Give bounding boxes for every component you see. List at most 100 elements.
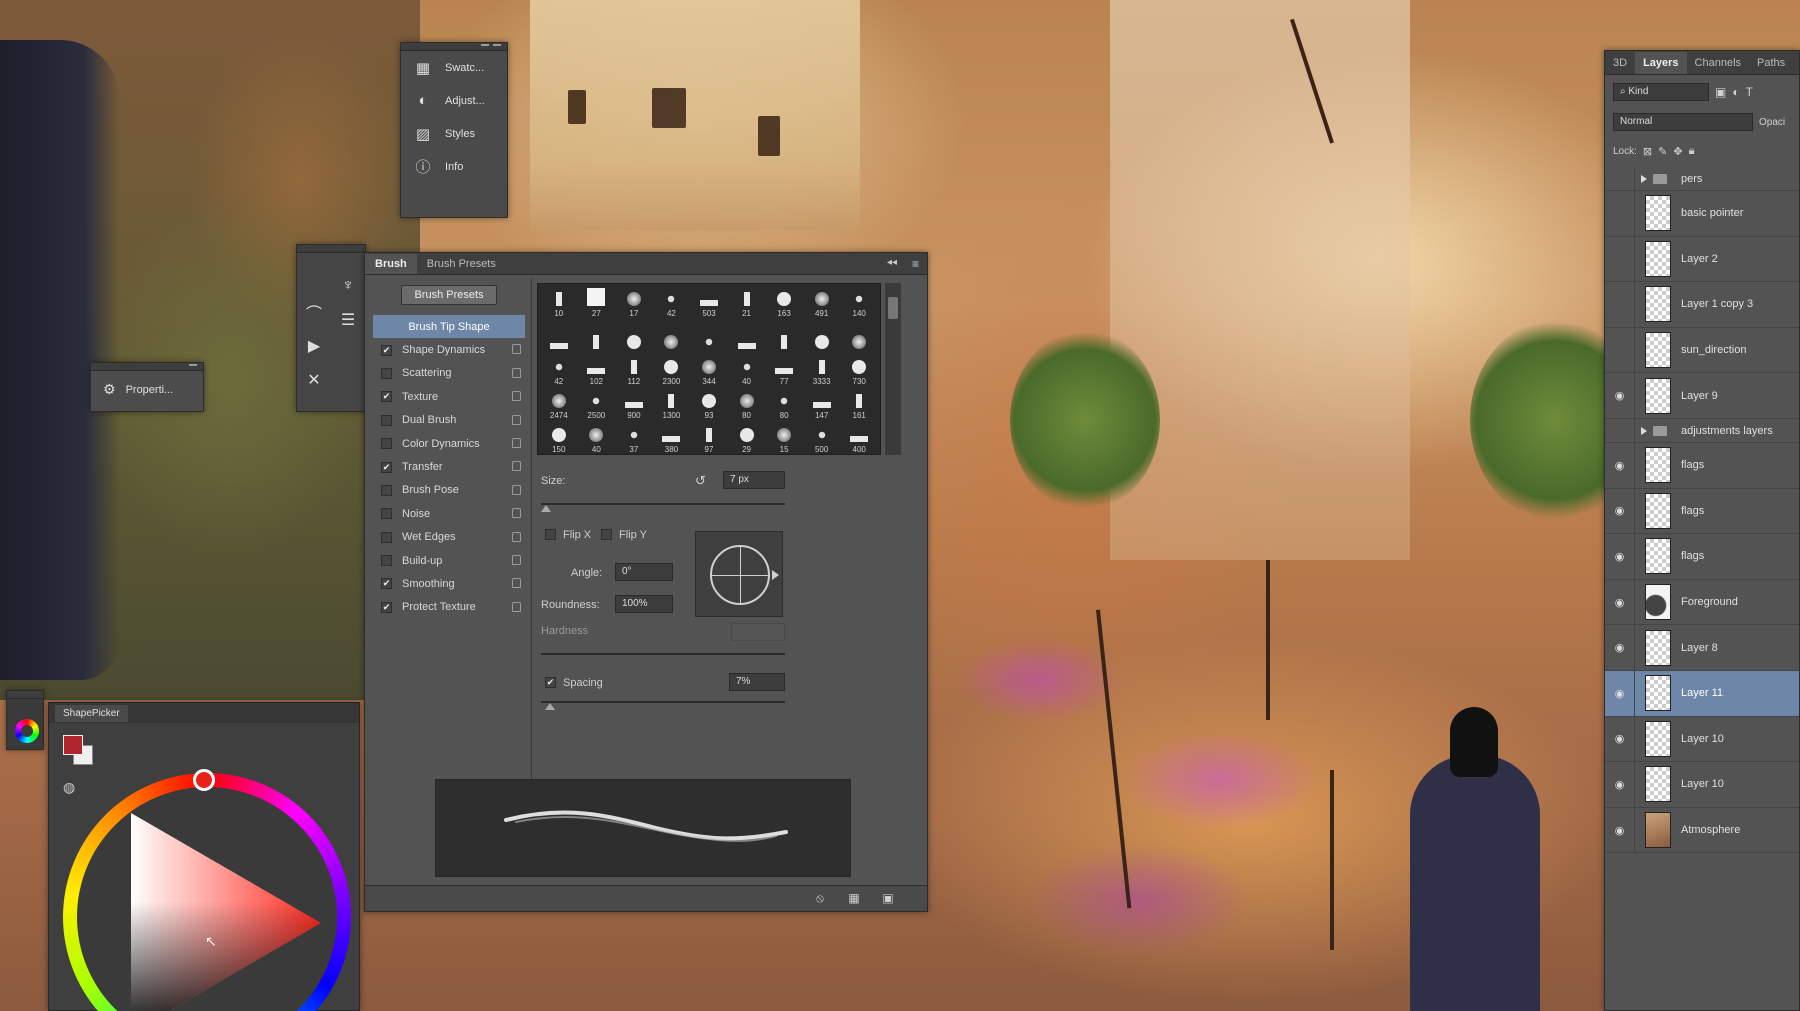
- new-preset-icon[interactable]: ▣: [881, 891, 895, 905]
- brush-tip-preset[interactable]: [578, 320, 616, 354]
- layer-group-row[interactable]: adjustments layers: [1605, 419, 1799, 443]
- lock-icon[interactable]: [512, 554, 521, 565]
- brush-option-checkbox[interactable]: [381, 367, 392, 379]
- lock-icon[interactable]: [512, 484, 521, 495]
- brush-tip-preset[interactable]: 380: [653, 422, 691, 454]
- angle-roundness-widget[interactable]: [695, 531, 783, 617]
- layer-group-row[interactable]: pers: [1605, 167, 1799, 191]
- brush-preset-icon[interactable]: ♆: [333, 269, 363, 303]
- brush-option-scattering[interactable]: Scattering: [373, 362, 525, 385]
- brush-tip-preset[interactable]: 93: [690, 388, 728, 422]
- brush-tip-preset[interactable]: 77: [765, 354, 803, 388]
- tab-layers[interactable]: Layers: [1635, 52, 1687, 74]
- layer-row[interactable]: ◉ Layer 9: [1605, 373, 1799, 419]
- brush-option-checkbox[interactable]: [381, 508, 392, 520]
- lock-icon[interactable]: [512, 578, 521, 589]
- lock-icon[interactable]: [512, 601, 521, 612]
- visibility-eye-icon[interactable]: ◉: [1605, 716, 1635, 762]
- brush-option-checkbox[interactable]: [381, 484, 392, 496]
- brush-tip-preset[interactable]: 161: [840, 388, 878, 422]
- swatches-panel-button[interactable]: ▦ Swatc...: [401, 51, 507, 84]
- properties-panel-button[interactable]: ⚙ Properti...: [91, 371, 203, 408]
- play-icon[interactable]: ▶: [299, 329, 329, 363]
- lock-icon[interactable]: [512, 508, 521, 519]
- lock-icon[interactable]: [512, 367, 521, 378]
- brush-option-checkbox[interactable]: [381, 531, 392, 543]
- brush-tip-preset[interactable]: 42: [653, 286, 691, 320]
- brush-tip-preset[interactable]: 163: [765, 286, 803, 320]
- flip-x-checkbox[interactable]: [545, 529, 556, 540]
- brush-tip-preset[interactable]: 40: [728, 354, 766, 388]
- brush-tip-preset[interactable]: [765, 320, 803, 354]
- lock-icon[interactable]: [512, 344, 521, 355]
- panel-grip[interactable]: [91, 363, 203, 371]
- layer-row[interactable]: ◉ Layer 8: [1605, 625, 1799, 671]
- kind-filter-select[interactable]: ⌕ Kind: [1613, 83, 1709, 101]
- angle-arrow-icon[interactable]: [772, 570, 779, 580]
- brush-tip-preset[interactable]: 21: [728, 286, 766, 320]
- brush-tip-preset[interactable]: 150: [540, 422, 578, 454]
- panel-grip[interactable]: [297, 245, 365, 253]
- visibility-eye-icon[interactable]: [1605, 236, 1635, 282]
- visibility-eye-icon[interactable]: [1605, 282, 1635, 327]
- layer-row[interactable]: basic pointer: [1605, 191, 1799, 237]
- visibility-eye-icon[interactable]: ◉: [1605, 625, 1635, 670]
- brush-tip-preset[interactable]: [803, 320, 841, 354]
- image-filter-icon[interactable]: ▣: [1715, 85, 1726, 99]
- collapse-icon[interactable]: ◂◂: [887, 257, 897, 268]
- lock-pixels-icon[interactable]: ✎: [1658, 145, 1667, 158]
- reset-size-icon[interactable]: ↺: [695, 473, 706, 489]
- brush-tip-preset[interactable]: 147: [803, 388, 841, 422]
- visibility-eye-icon[interactable]: ◉: [1605, 762, 1635, 807]
- brush-tip-preset[interactable]: 42: [540, 354, 578, 388]
- tools-icon[interactable]: ✕: [299, 363, 329, 397]
- tab-paths[interactable]: Paths: [1749, 52, 1793, 74]
- size-slider-knob[interactable]: [541, 505, 551, 512]
- info-panel-button[interactable]: ⓘ Info: [401, 150, 507, 183]
- hue-marker[interactable]: [193, 769, 215, 791]
- size-field[interactable]: 7 px: [723, 471, 785, 489]
- scrollbar-thumb[interactable]: [888, 297, 898, 319]
- brush-tip-preset[interactable]: 37: [615, 422, 653, 454]
- brush-tip-scrollbar[interactable]: [885, 283, 901, 455]
- visibility-eye-icon[interactable]: ◉: [1605, 534, 1635, 579]
- lock-icon[interactable]: [512, 531, 521, 542]
- brush-tip-preset[interactable]: 102: [578, 354, 616, 388]
- lock-all-icon[interactable]: 🔒︎: [1689, 145, 1695, 158]
- brush-tip-preset[interactable]: [540, 320, 578, 354]
- brush-option-checkbox[interactable]: ✔: [381, 601, 392, 613]
- lock-icon[interactable]: [512, 414, 521, 425]
- brush-option-checkbox[interactable]: [381, 438, 392, 450]
- brush-tip-preset[interactable]: 730: [840, 354, 878, 388]
- brush-tip-preset[interactable]: 491: [803, 286, 841, 320]
- visibility-eye-icon[interactable]: [1605, 167, 1635, 190]
- brush-option-smoothing[interactable]: ✔ Smoothing: [373, 572, 525, 595]
- sliders-icon[interactable]: ☰: [333, 303, 363, 337]
- visibility-eye-icon[interactable]: ◉: [1605, 579, 1635, 625]
- brush-presets-button[interactable]: Brush Presets: [401, 285, 497, 305]
- brush-tip-preset[interactable]: [615, 320, 653, 354]
- expand-triangle-icon[interactable]: [1641, 174, 1647, 183]
- brush-option-dual-brush[interactable]: Dual Brush: [373, 409, 525, 432]
- layer-row[interactable]: ◉ flags: [1605, 488, 1799, 535]
- brush-option-wet-edges[interactable]: Wet Edges: [373, 526, 525, 549]
- layer-row[interactable]: sun_direction: [1605, 327, 1799, 374]
- brush-tip-preset[interactable]: 112: [615, 354, 653, 388]
- brush-tip-preset[interactable]: 15: [765, 422, 803, 454]
- type-filter-icon[interactable]: T: [1746, 85, 1753, 99]
- color-sampler-icon[interactable]: ◍: [63, 779, 75, 796]
- layer-row[interactable]: ◉ flags: [1605, 443, 1799, 489]
- brush-option-noise[interactable]: Noise: [373, 502, 525, 525]
- brush-option-protect-texture[interactable]: ✔ Protect Texture: [373, 596, 525, 619]
- brush-tip-preset[interactable]: 80: [728, 388, 766, 422]
- history-brush-icon[interactable]: ⌒: [299, 295, 329, 329]
- brush-tip-preset[interactable]: 97: [690, 422, 728, 454]
- adjustments-panel-button[interactable]: ◐ Adjust...: [401, 84, 507, 117]
- lock-icon[interactable]: [512, 461, 521, 472]
- size-slider[interactable]: [541, 503, 785, 505]
- grid-icon[interactable]: ▦: [847, 891, 861, 905]
- brush-tip-preset[interactable]: 29: [728, 422, 766, 454]
- visibility-eye-icon[interactable]: ◉: [1605, 488, 1635, 534]
- brush-tip-preset[interactable]: [840, 320, 878, 354]
- brush-tip-preset[interactable]: 503: [690, 286, 728, 320]
